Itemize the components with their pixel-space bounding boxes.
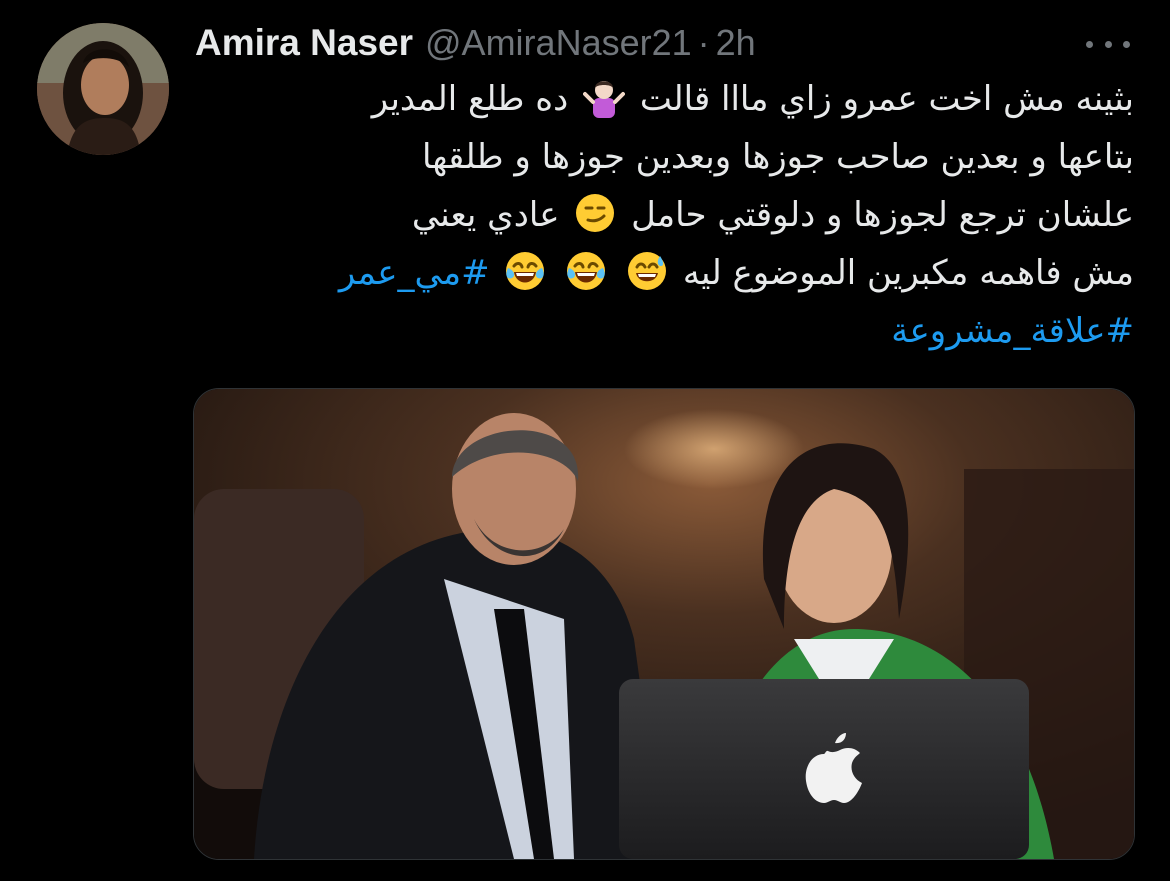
smirking-face-icon — [576, 194, 615, 232]
tweet[interactable]: Amira Naser @AmiraNaser21 · 2h بثينه مش … — [0, 0, 1170, 881]
tweet-text-segment: بتاعها و بعدين صاحب جوزها وبعدين جوزها و… — [422, 137, 1134, 177]
person-shrugging-icon — [583, 81, 626, 118]
hashtag-link[interactable]: #مي_عمر — [339, 253, 490, 293]
tweet-line: بتاعها و بعدين صاحب جوزها وبعدين جوزها و… — [190, 128, 1134, 186]
tweet-text-segment: علشان ترجع لجوزها و دلوقتي حامل — [631, 195, 1134, 235]
tweet-text: بثينه مش اخت عمرو زاي مااا قالت ده طلع ا… — [190, 70, 1134, 360]
grinning-sweat-face-icon — [628, 252, 667, 290]
tweet-text-segment: ده طلع المدير — [371, 79, 569, 119]
ellipsis-icon[interactable] — [1086, 24, 1130, 64]
meta-separator: · — [697, 22, 710, 63]
author-name[interactable]: Amira Naser — [195, 22, 413, 64]
author-handle[interactable]: @AmiraNaser21 — [425, 22, 692, 64]
tweet-line: بثينه مش اخت عمرو زاي مااا قالت ده طلع ا… — [190, 70, 1134, 128]
tweet-line: مش فاهمه مكبرين الموضوع ليه #مي_عمر — [190, 244, 1134, 302]
tweet-header: Amira Naser @AmiraNaser21 · 2h — [195, 18, 1130, 68]
tweet-line: #علاقة_مشروعة — [190, 302, 1134, 360]
tweet-media-image[interactable] — [193, 388, 1135, 860]
avatar-photo — [37, 23, 169, 155]
author-avatar[interactable] — [37, 23, 169, 155]
tweet-text-segment: عادي يعني — [411, 195, 560, 235]
tweet-text-segment: مش فاهمه مكبرين الموضوع ليه — [682, 253, 1134, 293]
tweet-line: علشان ترجع لجوزها و دلوقتي حامل عادي يعن… — [190, 186, 1134, 244]
tweet-timestamp[interactable]: 2h — [716, 22, 756, 64]
tears-of-joy-face-icon — [506, 252, 545, 290]
tv-still-image — [194, 389, 1134, 859]
tears-of-joy-face-icon — [567, 252, 606, 290]
hashtag-link[interactable]: #علاقة_مشروعة — [891, 311, 1134, 351]
tweet-text-segment: بثينه مش اخت عمرو زاي مااا قالت — [639, 79, 1134, 119]
